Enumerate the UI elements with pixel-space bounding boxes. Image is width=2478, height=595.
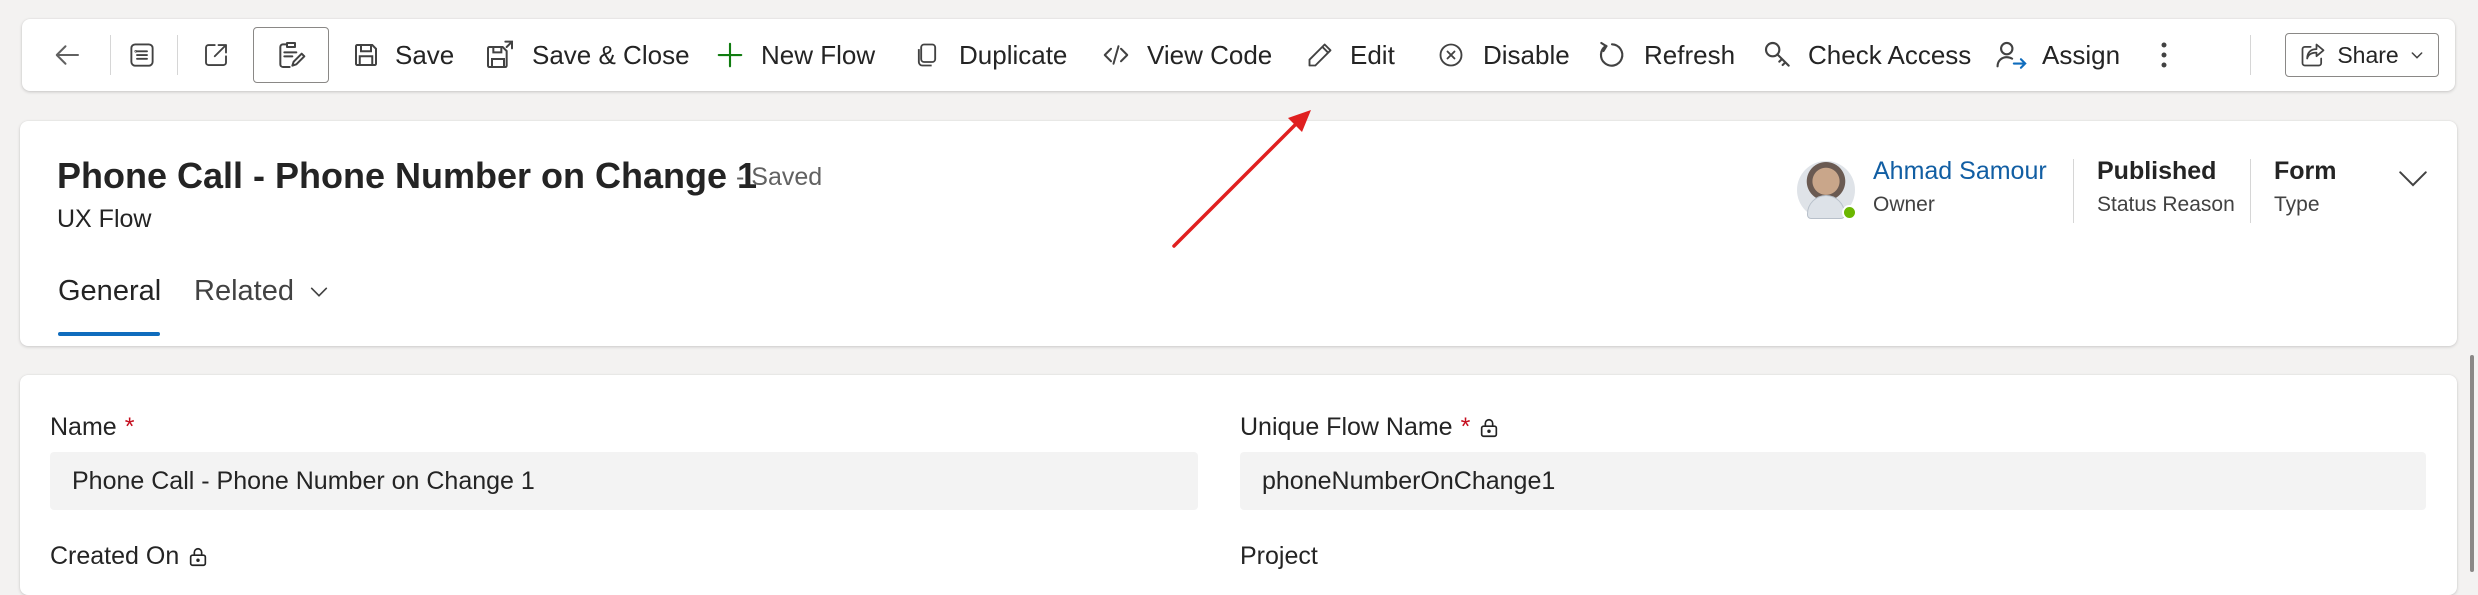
avatar-body [1807, 195, 1845, 219]
unique-flow-name-label-text: Unique Flow Name [1240, 413, 1453, 441]
header-expand-chevron-icon[interactable] [2396, 161, 2430, 195]
created-on-label-text: Created On [50, 542, 180, 570]
more-icon [2161, 42, 2167, 68]
save-status: - Saved [736, 163, 823, 191]
disable-icon [1439, 43, 1463, 67]
save-close-icon [487, 40, 513, 68]
open-in-new-window-button[interactable] [188, 19, 244, 91]
chevron-down-icon [2411, 52, 2423, 59]
check-access-icon [1764, 41, 1790, 67]
form-selector-button[interactable] [114, 19, 170, 91]
save-label: Save [395, 39, 455, 70]
duplicate-label: Duplicate [959, 39, 1068, 70]
process-button[interactable] [253, 27, 329, 83]
pencil-icon [1308, 43, 1332, 67]
separator [2250, 159, 2251, 223]
unique-flow-name-input: phoneNumberOnChange1 [1240, 452, 2426, 510]
page-scrollbar[interactable] [2470, 355, 2474, 572]
share-icon [2301, 43, 2325, 67]
check-access-button[interactable]: Check Access [1762, 19, 1971, 91]
tab-general[interactable]: General [58, 275, 161, 308]
owner-label: Owner [1873, 193, 1935, 216]
project-label-text: Project [1240, 542, 1318, 570]
selected-tab-indicator [58, 332, 160, 336]
required-marker: * [124, 413, 135, 441]
type-value: Form [2274, 157, 2337, 185]
refresh-label: Refresh [1644, 39, 1736, 70]
new-flow-label: New Flow [761, 39, 876, 70]
view-code-label: View Code [1147, 39, 1273, 70]
assign-button[interactable]: Assign [1994, 19, 2120, 91]
save-and-close-label: Save & Close [532, 39, 690, 70]
duplicate-icon [917, 43, 937, 67]
plus-icon [717, 42, 743, 68]
save-and-close-button[interactable]: Save & Close [484, 19, 690, 91]
disable-button[interactable]: Disable [1437, 19, 1570, 91]
assign-label: Assign [2042, 39, 2121, 70]
separator [2250, 35, 2251, 75]
open-new-window-icon [205, 44, 227, 66]
chevron-down-icon [310, 287, 328, 297]
name-input[interactable]: Phone Call - Phone Number on Change 1 [50, 452, 1198, 510]
lock-icon [190, 547, 207, 566]
check-access-label: Check Access [1808, 39, 1972, 70]
save-button[interactable]: Save [351, 19, 454, 91]
status-reason-label: Status Reason [2097, 193, 2235, 216]
name-field-label: Name * [50, 413, 134, 442]
status-reason-value: Published [2097, 157, 2217, 185]
presence-status-indicator [1842, 205, 1857, 220]
refresh-icon [1599, 41, 1624, 67]
project-field-label: Project [1240, 542, 1318, 571]
code-icon [1103, 45, 1129, 65]
save-icon [355, 44, 377, 66]
type-label: Type [2274, 193, 2320, 216]
separator [2073, 159, 2074, 223]
command-bar: Save Save & Close New Flow Duplicate Vie… [22, 19, 2455, 91]
new-flow-button[interactable]: New Flow [715, 19, 875, 91]
share-button[interactable]: Share [2285, 33, 2439, 77]
created-on-field-label: Created On [50, 542, 209, 571]
unique-flow-name-field-label: Unique Flow Name * [1240, 413, 1500, 442]
assign-icon [1996, 41, 2027, 69]
disable-label: Disable [1483, 39, 1570, 70]
back-arrow-icon [55, 45, 79, 65]
record-header: Phone Call - Phone Number on Change 1 - … [20, 121, 2457, 346]
tab-related-label: Related [194, 275, 294, 307]
back-button[interactable] [40, 19, 96, 91]
edit-label: Edit [1350, 39, 1395, 70]
owner-name-link[interactable]: Ahmad Samour [1873, 157, 2047, 186]
separator [110, 35, 111, 75]
view-code-button[interactable]: View Code [1101, 19, 1272, 91]
entity-name: UX Flow [57, 205, 152, 233]
edit-button[interactable]: Edit [1306, 19, 1395, 91]
duplicate-button[interactable]: Duplicate [913, 19, 1067, 91]
refresh-button[interactable]: Refresh [1596, 19, 1735, 91]
form-icon [130, 43, 154, 67]
edit-form-icon [279, 42, 306, 68]
name-label-text: Name [50, 413, 117, 441]
required-marker: * [1460, 413, 1471, 441]
more-commands-button[interactable] [2144, 19, 2184, 91]
share-label: Share [2337, 41, 2399, 68]
tab-related[interactable]: Related [194, 275, 330, 308]
lock-icon [1481, 418, 1498, 437]
general-section: Name * Phone Call - Phone Number on Chan… [20, 375, 2457, 595]
separator [177, 35, 178, 75]
record-title: Phone Call - Phone Number on Change 1 [57, 155, 758, 196]
